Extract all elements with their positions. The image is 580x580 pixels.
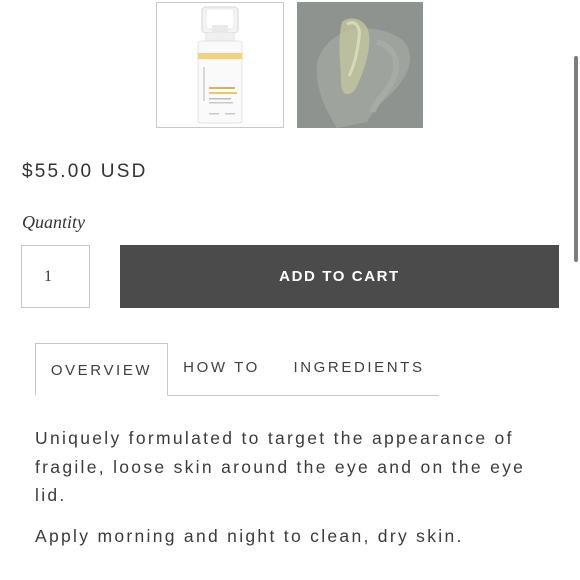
tab-overview[interactable]: OVERVIEW bbox=[35, 343, 168, 396]
quantity-input[interactable] bbox=[21, 245, 90, 308]
page-scrollbar[interactable] bbox=[574, 56, 578, 262]
overview-directions: Apply morning and night to clean, dry sk… bbox=[35, 526, 464, 546]
overview-description: Uniquely formulated to target the appear… bbox=[35, 428, 526, 505]
add-to-cart-button[interactable]: ADD TO CART bbox=[120, 245, 559, 308]
cream-swatch-image bbox=[297, 2, 423, 128]
product-thumbnail-bottle[interactable] bbox=[156, 2, 284, 128]
tab-ingredients[interactable]: INGREDIENTS bbox=[281, 343, 437, 396]
product-price: $55.00 USD bbox=[22, 161, 148, 182]
product-info-tabs: OVERVIEW HOW TO INGREDIENTS bbox=[35, 343, 439, 396]
quantity-label: Quantity bbox=[22, 212, 85, 232]
tab-how-to[interactable]: HOW TO bbox=[168, 343, 275, 396]
product-thumbnail-texture[interactable] bbox=[297, 2, 423, 128]
serum-bottle-image bbox=[197, 6, 243, 124]
